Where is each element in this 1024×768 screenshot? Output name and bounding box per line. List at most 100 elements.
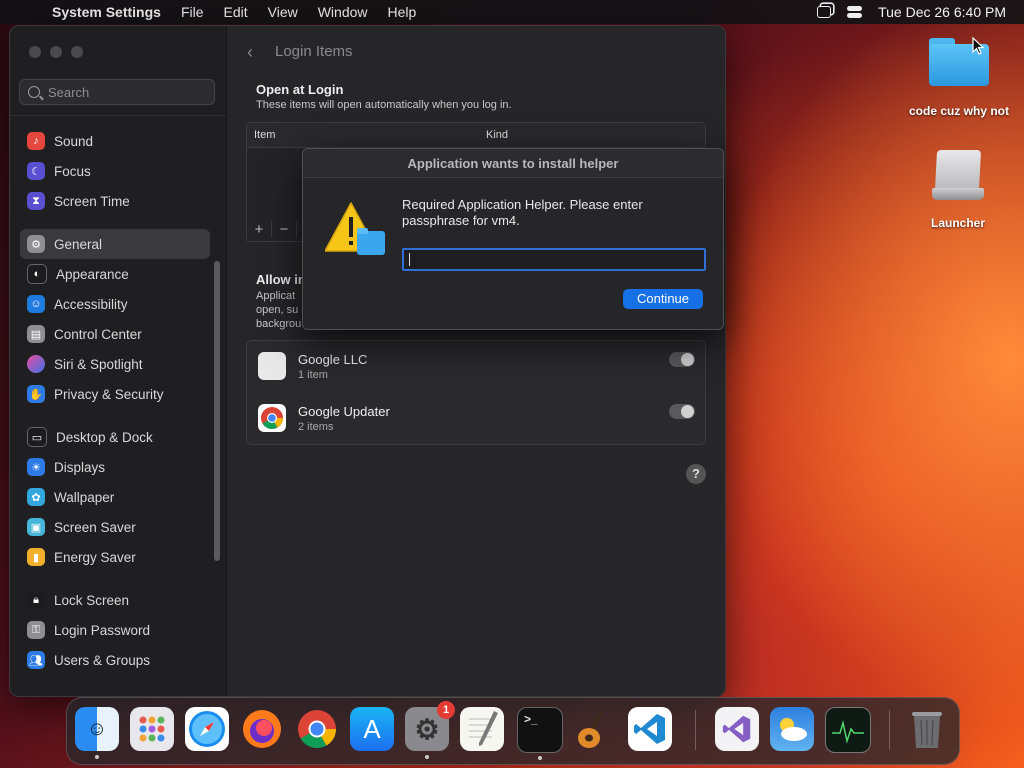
desktop-drive-label: Launcher <box>930 216 985 230</box>
column-kind[interactable]: Kind <box>486 129 508 141</box>
close-icon[interactable] <box>29 46 41 58</box>
safari-icon[interactable] <box>185 707 229 751</box>
weather-icon[interactable] <box>770 707 814 751</box>
help-button[interactable]: ? <box>686 464 706 484</box>
sidebar-item-general[interactable]: ⚙ General <box>20 229 210 259</box>
drive-icon <box>930 148 986 204</box>
item-count: 2 items <box>298 421 334 433</box>
dialog-title: Application wants to install helper <box>303 149 723 178</box>
chrome-icon[interactable] <box>295 707 339 751</box>
zoom-icon[interactable] <box>71 46 83 58</box>
trash-icon[interactable] <box>905 707 949 751</box>
warning-icon <box>325 202 385 255</box>
control-center-icon[interactable] <box>847 6 863 18</box>
sidebar-item-appearance[interactable]: ◐ Appearance <box>20 259 210 289</box>
list-item: Google LLC 1 item <box>247 341 705 391</box>
sidebar-item-users-groups[interactable]: 👥︎ Users & Groups <box>20 645 210 675</box>
sidebar-divider <box>10 115 226 116</box>
desktop-folder[interactable]: code cuz why not <box>900 38 1018 118</box>
sidebar-item-control-center[interactable]: ▤ Control Center <box>20 319 210 349</box>
activity-monitor-icon[interactable] <box>825 707 871 753</box>
sidebar-item-screen-saver[interactable]: ▣ Screen Saver <box>20 512 210 542</box>
vscode-icon[interactable] <box>628 707 672 751</box>
app-generic-icon <box>258 352 286 380</box>
sidebar-item-label: Lock Screen <box>54 592 130 608</box>
allow-background-title: Allow in <box>256 272 306 287</box>
page-title: Login Items <box>275 43 353 60</box>
search-input[interactable]: Search <box>19 79 215 105</box>
minimize-icon[interactable] <box>50 46 62 58</box>
sidebar-item-label: Sound <box>54 133 94 149</box>
stage-manager-icon[interactable] <box>817 6 832 18</box>
key-icon: ⚿ <box>27 621 45 639</box>
menu-file[interactable]: File <box>171 4 214 20</box>
text-caret <box>409 253 410 266</box>
terminal-icon[interactable]: >_ <box>517 707 563 760</box>
menu-app-name[interactable]: System Settings <box>44 4 171 20</box>
sidebar-item-label: Screen Time <box>54 193 130 209</box>
sidebar-item-privacy-security[interactable]: ✋ Privacy & Security <box>20 379 210 409</box>
google-updater-toggle[interactable] <box>669 404 695 419</box>
sidebar-item-wallpaper[interactable]: ✿ Wallpaper <box>20 482 210 512</box>
users-icon: 👥︎ <box>27 651 45 669</box>
column-item[interactable]: Item <box>247 129 486 141</box>
lock-icon: 🔒︎ <box>27 591 45 609</box>
sidebar-item-label: Displays <box>54 459 106 475</box>
continue-button[interactable]: Continue <box>623 289 703 309</box>
desktop-drive[interactable]: Launcher <box>918 148 998 230</box>
sidebar-item-displays[interactable]: ☀ Displays <box>20 452 210 482</box>
back-chevron-icon[interactable]: ‹ <box>247 42 253 63</box>
settings-icon[interactable]: ⚙ 1 <box>405 701 455 759</box>
garageband-icon[interactable] <box>573 707 617 751</box>
menu-view[interactable]: View <box>258 4 308 20</box>
item-name: Google LLC <box>298 352 368 367</box>
sidebar-item-login-password[interactable]: ⚿ Login Password <box>20 615 210 645</box>
sidebar-item-label: Control Center <box>54 326 142 342</box>
menu-help[interactable]: Help <box>378 4 427 20</box>
appearance-icon: ◐ <box>27 264 47 284</box>
firefox-icon[interactable] <box>240 707 284 751</box>
sidebar-item-label: Login Password <box>54 622 151 638</box>
menu-edit[interactable]: Edit <box>214 4 258 20</box>
desktop-icon: ▭ <box>27 427 47 447</box>
passphrase-input[interactable] <box>402 248 706 271</box>
sidebar: Search ♪ Sound ☾ Focus ⧗ Screen Time ⚙ Gener… <box>10 26 227 696</box>
finder-icon[interactable]: ☺ <box>75 707 119 759</box>
search-icon <box>28 86 40 98</box>
control-center-icon: ▤ <box>27 325 45 343</box>
sidebar-item-focus[interactable]: ☾ Focus <box>20 156 210 186</box>
sidebar-item-label: Screen Saver <box>54 519 136 535</box>
mouse-cursor-icon <box>972 37 985 55</box>
sidebar-item-screen-time[interactable]: ⧗ Screen Time <box>20 186 210 216</box>
sun-icon: ☀ <box>27 458 45 476</box>
dialog-message: Required Application Helper. Please ente… <box>402 197 643 228</box>
sidebar-item-siri-spotlight[interactable]: Siri & Spotlight <box>20 349 210 379</box>
app-store-icon[interactable]: A <box>350 707 394 751</box>
speaker-icon: ♪ <box>27 132 45 150</box>
desktop-folder-label: code cuz why not <box>908 104 1009 118</box>
sidebar-item-sound[interactable]: ♪ Sound <box>20 126 210 156</box>
menu-window[interactable]: Window <box>308 4 378 20</box>
sidebar-item-energy-saver[interactable]: ▮ Energy Saver <box>20 542 210 572</box>
dock-separator <box>695 710 696 750</box>
textedit-icon[interactable] <box>460 707 504 751</box>
content-pane: ‹ Login Items Open at Login These items … <box>227 26 725 696</box>
sidebar-item-lock-screen[interactable]: 🔒︎ Lock Screen <box>20 585 210 615</box>
background-items-list: Google LLC 1 item Google Updater 2 items <box>246 340 706 445</box>
launchpad-icon[interactable] <box>130 707 174 751</box>
remove-item-button[interactable]: − <box>272 220 297 238</box>
sidebar-item-accessibility[interactable]: ☺ Accessibility <box>20 289 210 319</box>
add-item-button[interactable]: + <box>247 220 272 238</box>
google-llc-toggle[interactable] <box>669 352 695 367</box>
dock-separator <box>889 710 890 750</box>
visual-studio-icon[interactable] <box>715 707 759 751</box>
screen-saver-icon: ▣ <box>27 518 45 536</box>
dock: ☺ A ⚙ 1 >_ <box>66 697 960 765</box>
sidebar-item-label: Privacy & Security <box>54 386 164 402</box>
sidebar-scrollbar[interactable] <box>214 261 220 561</box>
search-placeholder: Search <box>48 84 90 100</box>
sidebar-item-desktop-dock[interactable]: ▭ Desktop & Dock <box>20 422 210 452</box>
wallpaper-icon: ✿ <box>27 488 45 506</box>
sidebar-item-label: Accessibility <box>54 296 128 312</box>
menu-clock[interactable]: Tue Dec 26 6:40 PM <box>878 4 1006 20</box>
